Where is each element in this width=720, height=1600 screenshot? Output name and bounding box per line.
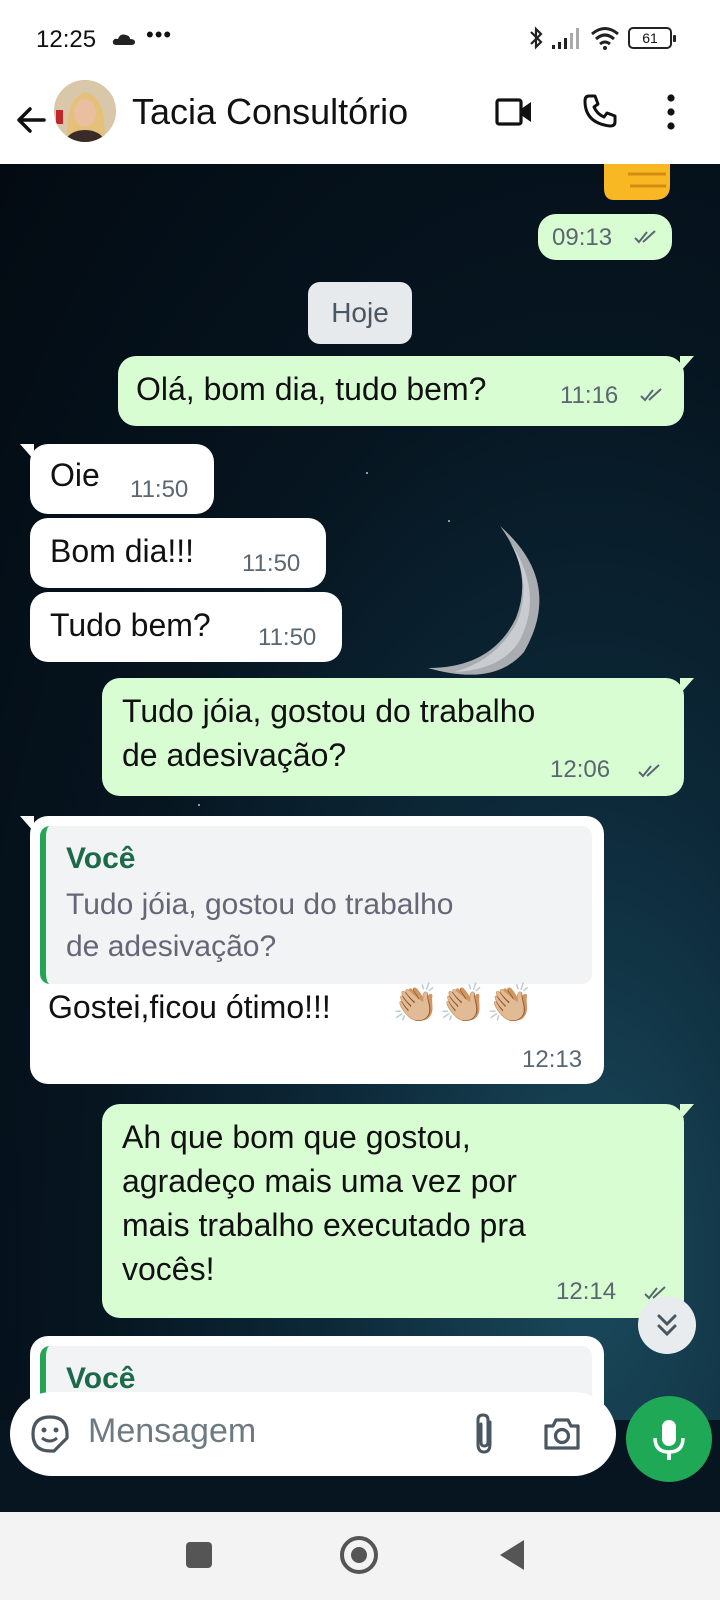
system-nav-bar (0, 1512, 720, 1600)
thumbs-up-emoji (604, 164, 670, 200)
message-time: 11:50 (258, 624, 317, 651)
more-vert-icon[interactable] (664, 93, 678, 131)
quoted-text-line: de adesivação? (66, 930, 277, 963)
chat-area[interactable]: 09:13 Hoje Olá, bom dia, tudo bem? 11:16… (0, 164, 720, 1420)
attach-icon[interactable] (470, 1412, 500, 1456)
date-chip: Hoje (308, 282, 412, 344)
bubble-tail (680, 678, 694, 694)
read-ticks-icon (638, 764, 660, 778)
bubble-tail (20, 444, 34, 460)
star (198, 804, 200, 806)
avatar-photo (54, 80, 116, 142)
message-text: Bom dia!!! (50, 533, 195, 569)
star (366, 472, 368, 474)
message-bubble-outgoing[interactable]: 09:13 (538, 214, 672, 260)
clapping-emoji: 👏🏼👏🏼👏🏼 (392, 981, 534, 1025)
message-text: Olá, bom dia, tudo bem? (136, 371, 487, 407)
message-time: 11:50 (130, 476, 189, 503)
message-time: 12:14 (556, 1278, 617, 1305)
message-bubble-incoming[interactable]: Você Tudo jóia, gostou do trabalho de ad… (20, 816, 604, 1084)
scroll-to-bottom-button[interactable] (638, 1296, 696, 1354)
message-text-line: agradeço mais uma vez por (122, 1163, 517, 1199)
phone-icon[interactable] (582, 93, 618, 129)
quoted-text-line: Tudo jóia, gostou do trabalho (66, 888, 454, 921)
message-text-line: de adesivação? (122, 737, 347, 773)
read-ticks-icon (634, 230, 656, 244)
message-bubble-incoming[interactable]: Tudo bem? 11:50 (30, 592, 342, 662)
notification-dots: ••• (146, 22, 173, 47)
bubble-tail (680, 356, 694, 372)
battery-indicator: 61 (628, 27, 676, 49)
double-chevron-down-icon (657, 1314, 677, 1337)
status-bar: 12:25 ••• 61 (0, 0, 720, 80)
bubble-tail (680, 1104, 694, 1120)
status-time: 12:25 (36, 26, 97, 53)
signal-icon (552, 28, 579, 49)
home-button[interactable] (340, 1536, 378, 1574)
camera-icon[interactable] (542, 1416, 582, 1452)
message-bubble-outgoing[interactable]: Olá, bom dia, tudo bem? 11:16 (118, 356, 694, 426)
bluetooth-icon (530, 26, 543, 50)
message-bubble-outgoing[interactable]: Tudo jóia, gostou do trabalho de adesiva… (102, 678, 694, 796)
recents-button[interactable] (186, 1542, 212, 1568)
quoted-author: Você (66, 842, 136, 875)
message-text: Oie (50, 457, 100, 493)
message-bubble-incoming[interactable]: Bom dia!!! 11:50 (30, 518, 326, 588)
message-time: 12:06 (550, 756, 611, 783)
message-time: 11:16 (560, 382, 619, 409)
wifi-icon (591, 27, 619, 50)
message-bubble-outgoing[interactable]: Ah que bom que gostou, agradeço mais uma… (102, 1104, 694, 1318)
back-arrow-icon[interactable] (14, 98, 54, 142)
mic-icon (653, 1420, 685, 1460)
contact-name[interactable]: Tacia Consultório (132, 91, 408, 133)
message-time: 12:13 (522, 1046, 583, 1073)
message-input-field[interactable]: Mensagem (10, 1392, 616, 1476)
quoted-message[interactable]: Você Tudo jóia, gostou do trabalho de ad… (40, 826, 592, 984)
system-back-button[interactable] (500, 1540, 524, 1570)
message-text-line: Tudo jóia, gostou do trabalho (122, 693, 536, 729)
message-placeholder: Mensagem (88, 1412, 257, 1450)
message-time: 11:50 (242, 550, 301, 577)
status-icons: 61 (528, 26, 676, 50)
quoted-author: Você (66, 1362, 136, 1395)
moon-wallpaper (428, 526, 540, 675)
avatar[interactable] (54, 80, 116, 142)
sticker-icon[interactable] (30, 1414, 70, 1454)
cloud-icon (112, 34, 135, 45)
video-call-icon[interactable] (494, 95, 534, 129)
message-time: 09:13 (552, 224, 613, 251)
message-text-line: Ah que bom que gostou, (122, 1119, 471, 1155)
message-text-line: mais trabalho executado pra (122, 1207, 526, 1243)
message-text: Gostei,ficou ótimo!!! (48, 989, 331, 1025)
read-ticks-icon (640, 388, 662, 402)
message-bubble-incoming[interactable]: Oie 11:50 (20, 444, 214, 514)
mic-button[interactable] (626, 1396, 712, 1482)
message-text-line: vocês! (122, 1251, 215, 1287)
message-text: Tudo bem? (50, 607, 211, 643)
bubble-tail (20, 816, 34, 832)
composer-bar: Mensagem (0, 1392, 720, 1520)
